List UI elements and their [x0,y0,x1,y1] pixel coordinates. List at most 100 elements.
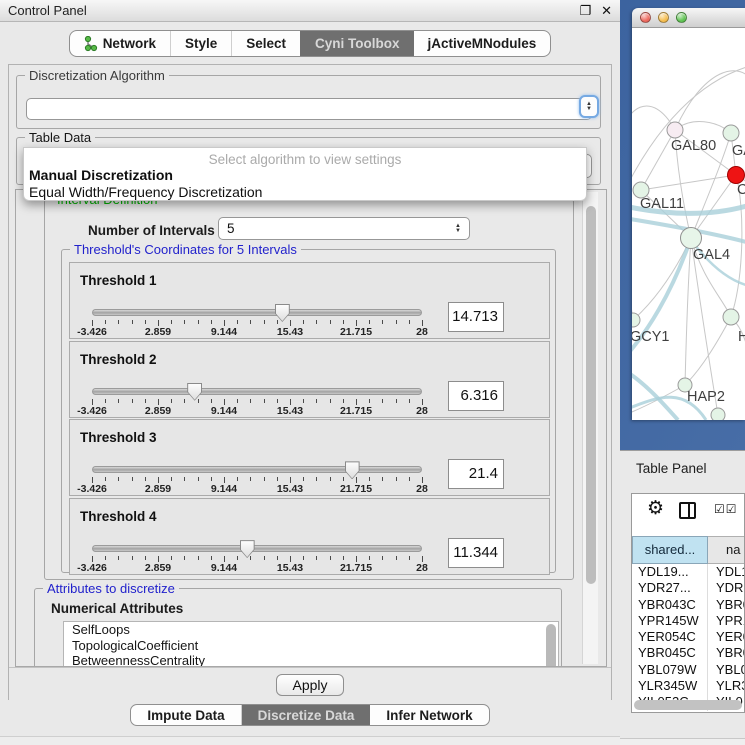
close-traffic-light[interactable] [640,12,651,23]
spinner-arrows-icon: ▲▼ [455,224,461,234]
gear-icon[interactable]: ⚙ [647,497,664,520]
dropdown-option-equal-width-frequency[interactable]: Equal Width/Frequency Discretization [29,184,582,201]
column-header-name[interactable]: na [708,536,745,564]
cell-shared-name[interactable]: YLR345W [632,678,708,694]
list-scrollbar[interactable] [546,624,556,667]
tab-infer-network[interactable]: Infer Network [370,705,488,725]
numerical-attributes-label: Numerical Attributes [51,601,183,616]
threshold-value-field[interactable]: 14.713 [448,302,504,332]
tab-select[interactable]: Select [231,31,300,56]
threshold-label: Threshold 3 [80,430,157,445]
tab-cyni-toolbox[interactable]: Cyni Toolbox [300,31,414,56]
cell-shared-name[interactable]: YBR043C [632,597,708,613]
attribute-list-item[interactable]: SelfLoops [64,622,558,638]
threshold-value-field[interactable]: 11.344 [448,538,504,568]
network-edge[interactable] [691,175,736,238]
cell-shared-name[interactable]: YBR045C [632,645,708,661]
threshold-slider-track[interactable] [92,545,422,552]
close-panel-icon[interactable]: ✕ [601,3,612,19]
network-window-titlebar [632,8,745,28]
column-header-shared[interactable]: shared... [632,536,708,564]
threshold-slider-track[interactable] [92,388,422,395]
group-title: Attributes to discretize [43,581,179,596]
network-node[interactable] [723,309,739,325]
apply-button[interactable]: Apply [276,674,344,696]
cell-name[interactable]: YLR3 [708,678,745,694]
table-row[interactable]: YER054CYER0 [632,629,745,645]
network-edge[interactable] [641,130,675,190]
bottom-tab-strip: Impute Data Discretize Data Infer Networ… [0,704,620,726]
cell-name[interactable]: YBR0 [708,597,745,613]
checkbox-select-icons[interactable]: ☑☑ [714,502,738,516]
network-edge[interactable] [632,370,678,420]
top-tab-strip: Network Style Select Cyni Toolbox jActiv… [0,30,620,57]
column-layout-icon[interactable] [679,502,696,519]
network-canvas[interactable]: GAL80GACGAL11GAL4GCY1HHAP2 [632,28,745,420]
dropdown-option-manual-discretization[interactable]: Manual Discretization [29,167,582,184]
table-row[interactable]: YDR27...YDR2 [632,580,745,596]
network-node[interactable] [711,408,725,420]
network-edge[interactable] [675,71,745,130]
table-body: YDL19...YDL1YDR27...YDR2YBR043CYBR0YPR14… [632,564,745,711]
bottom-tab-group: Impute Data Discretize Data Infer Networ… [130,704,489,726]
cell-name[interactable]: YDL1 [708,564,745,580]
threshold-slider-track[interactable] [92,466,422,473]
table-row[interactable]: YBR043CYBR0 [632,597,745,613]
network-window[interactable]: GAL80GACGAL11GAL4GCY1HHAP2 [632,8,745,420]
float-window-icon[interactable]: ❐ [579,3,591,19]
settings-scroll-panel: Interval Definition Number of Intervals … [15,189,607,667]
algorithm-combo[interactable] [26,98,592,120]
tab-label: Network [103,36,156,51]
attribute-list-item[interactable]: BetweennessCentrality [64,653,558,667]
table-row[interactable]: YDL19...YDL1 [632,564,745,580]
threshold-panel-4: Threshold 4-3.4262.8599.14415.4321.71528… [69,498,550,575]
threshold-value-field[interactable]: 6.316 [448,381,504,411]
table-row[interactable]: YBL079WYBL0 [632,662,745,678]
network-node[interactable] [681,228,702,249]
control-panel-titlebar: Control Panel ❐ ✕ [0,0,620,22]
spinner-arrows-icon: ▲▼ [586,102,592,112]
table-panel-header: Table Panel [620,451,745,485]
cell-name[interactable]: YDR2 [708,580,745,596]
network-edge[interactable] [641,175,736,190]
minimize-traffic-light[interactable] [658,12,669,23]
tab-jactivemnodules[interactable]: jActiveMNodules [414,31,551,56]
threshold-value-field[interactable]: 21.4 [448,459,504,489]
algorithm-combo-arrow-button[interactable]: ▲▼ [579,95,599,118]
table-toolbar: ⚙ ☑☑ [632,494,744,536]
cell-shared-name[interactable]: YER054C [632,629,708,645]
table-row[interactable]: YPR145WYPR1 [632,613,745,629]
cell-name[interactable]: YBL0 [708,662,745,678]
cell-name[interactable]: YBR0 [708,645,745,661]
group-title: Table Data [25,130,95,145]
node-label: C [737,182,745,198]
tab-discretize-data[interactable]: Discretize Data [241,705,371,725]
number-of-intervals-combo[interactable]: 5 ▲▼ [218,217,470,240]
cell-name[interactable]: YER0 [708,629,745,645]
numerical-attributes-list[interactable]: SelfLoopsTopologicalCoefficientBetweenne… [63,621,559,667]
cell-shared-name[interactable]: YPR145W [632,613,708,629]
tab-network[interactable]: Network [70,31,170,56]
network-node[interactable] [667,122,683,138]
number-of-intervals-value: 5 [227,221,235,236]
cell-shared-name[interactable]: YDL19... [632,564,708,580]
cell-shared-name[interactable]: YDR27... [632,580,708,596]
cell-shared-name[interactable]: YBL079W [632,662,708,678]
tab-impute-data[interactable]: Impute Data [131,705,240,725]
network-node[interactable] [728,167,745,184]
network-node[interactable] [723,125,739,141]
network-edge[interactable] [685,238,691,385]
panel-scrollbar[interactable] [582,192,598,664]
attribute-list-item[interactable]: TopologicalCoefficient [64,638,558,654]
table-row[interactable]: YBR045CYBR0 [632,645,745,661]
table-panel-section: Table Panel ⚙ ☑☑ shared... na YDL19...YD… [620,450,745,745]
threshold-slider-track[interactable] [92,309,422,316]
network-icon [84,36,98,52]
cell-name[interactable]: YPR1 [708,613,745,629]
scrollbar-thumb[interactable] [586,206,596,584]
table-row[interactable]: YLR345WYLR3 [632,678,745,694]
tab-style[interactable]: Style [170,31,231,56]
zoom-traffic-light[interactable] [676,12,687,23]
network-edge[interactable] [632,228,633,320]
horizontal-scrollbar[interactable] [634,700,742,710]
